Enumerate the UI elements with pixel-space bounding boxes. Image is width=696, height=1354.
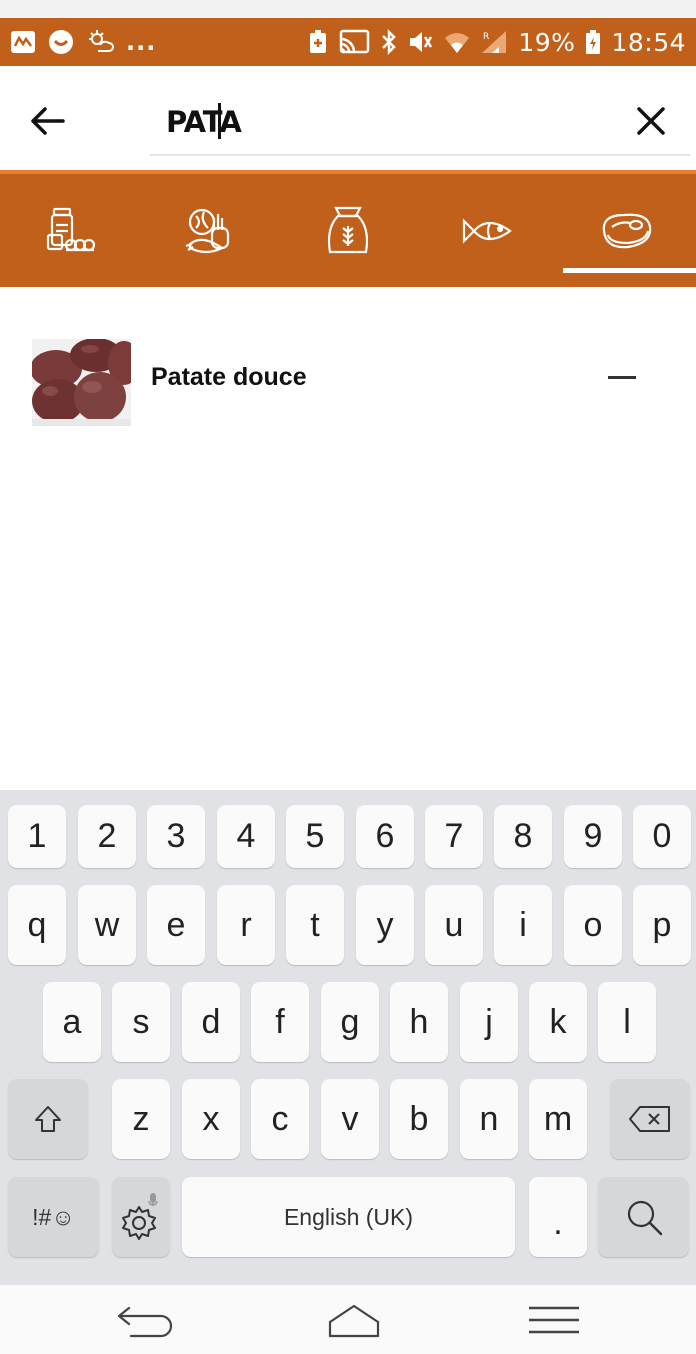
key-l[interactable]: l [598, 982, 656, 1062]
key-t[interactable]: t [286, 885, 344, 965]
search-bar [0, 66, 696, 170]
key-1[interactable]: 1 [8, 805, 66, 868]
key-r[interactable]: r [217, 885, 275, 965]
category-tabs [0, 170, 696, 287]
tab-grains[interactable] [278, 174, 417, 287]
result-name: Patate douce [151, 363, 307, 391]
key-o[interactable]: o [564, 885, 622, 965]
key-k[interactable]: k [529, 982, 587, 1062]
on-screen-keyboard: 1 2 3 4 5 6 7 8 9 0 q w e r t y u i o p … [0, 790, 696, 1285]
shift-key[interactable] [8, 1079, 88, 1159]
navigation-bar [0, 1285, 696, 1354]
grain-sack-icon [327, 206, 368, 253]
search-results: Patate douce [0, 287, 696, 790]
key-c[interactable]: c [251, 1079, 309, 1159]
battery-saver-icon [308, 29, 328, 55]
search-key[interactable] [598, 1177, 689, 1257]
back-icon [117, 1306, 173, 1337]
key-f[interactable]: f [251, 982, 309, 1062]
key-z[interactable]: z [112, 1079, 170, 1159]
backspace-icon [629, 1106, 670, 1132]
key-5[interactable]: 5 [286, 805, 344, 868]
key-8[interactable]: 8 [494, 805, 552, 868]
key-7[interactable]: 7 [425, 805, 483, 868]
backspace-key[interactable] [610, 1079, 690, 1159]
clock: 18:54 [611, 27, 686, 57]
arrow-left-icon [31, 107, 65, 135]
period-key[interactable]: . [529, 1177, 587, 1257]
shift-icon [35, 1106, 61, 1132]
battery-charging-icon [585, 29, 601, 55]
search-icon [627, 1200, 662, 1236]
nav-home-button[interactable] [284, 1285, 424, 1354]
cast-icon [338, 29, 370, 55]
key-p[interactable]: p [633, 885, 691, 965]
battery-percent: 19% [518, 27, 576, 57]
minus-icon [608, 375, 636, 379]
tab-vegetables[interactable] [139, 174, 278, 287]
svg-text:R: R [483, 32, 489, 42]
key-a[interactable]: a [43, 982, 101, 1062]
key-3[interactable]: 3 [147, 805, 205, 868]
key-m[interactable]: m [529, 1079, 587, 1159]
settings-key[interactable] [112, 1177, 170, 1257]
weather-icon [86, 29, 114, 55]
key-g[interactable]: g [321, 982, 379, 1062]
nav-menu-button[interactable] [484, 1285, 624, 1354]
key-h[interactable]: h [390, 982, 448, 1062]
status-bar: ... R 19% 18:54 [0, 18, 696, 66]
search-input[interactable] [150, 86, 690, 156]
notification-overflow: ... [126, 28, 157, 56]
pantry-jar-icon [46, 207, 95, 251]
key-2[interactable]: 2 [78, 805, 136, 868]
app-notification-icon [10, 29, 36, 55]
key-i[interactable]: i [494, 885, 552, 965]
chat-notification-icon [48, 29, 74, 55]
key-e[interactable]: e [147, 885, 205, 965]
key-u[interactable]: u [425, 885, 483, 965]
top-strip [0, 0, 696, 18]
menu-icon [529, 1306, 579, 1333]
vibrate-mute-icon [408, 29, 434, 55]
key-b[interactable]: b [390, 1079, 448, 1159]
close-icon [637, 107, 665, 135]
fish-icon [462, 217, 512, 244]
selected-tab-indicator [563, 268, 696, 273]
bluetooth-icon [380, 29, 398, 55]
app-screen: ... R 19% 18:54 PATA Patate douce 1 2 3 … [0, 0, 696, 1354]
cellular-signal-icon: R [480, 29, 508, 55]
key-0[interactable]: 0 [633, 805, 691, 868]
text-cursor [218, 103, 221, 139]
tab-pantry[interactable] [0, 174, 139, 287]
key-n[interactable]: n [460, 1079, 518, 1159]
key-y[interactable]: y [356, 885, 414, 965]
key-9[interactable]: 9 [564, 805, 622, 868]
back-button[interactable] [22, 96, 72, 146]
sweet-potato-image [32, 339, 131, 426]
key-d[interactable]: d [182, 982, 240, 1062]
key-q[interactable]: q [8, 885, 66, 965]
meat-steak-icon [602, 213, 651, 248]
key-v[interactable]: v [321, 1079, 379, 1159]
key-w[interactable]: w [78, 885, 136, 965]
home-icon [328, 1304, 380, 1337]
key-s[interactable]: s [112, 982, 170, 1062]
key-x[interactable]: x [182, 1079, 240, 1159]
vegetables-icon [185, 208, 229, 253]
tab-fish[interactable] [417, 174, 556, 287]
clear-search-button[interactable] [626, 96, 676, 146]
gear-icon [122, 1193, 158, 1240]
key-j[interactable]: j [460, 982, 518, 1062]
symbols-key[interactable]: !#☺ [8, 1177, 99, 1257]
list-item[interactable]: Patate douce [0, 327, 696, 427]
key-6[interactable]: 6 [356, 805, 414, 868]
nav-back-button[interactable] [76, 1285, 216, 1354]
remove-button[interactable] [600, 357, 644, 397]
wifi-icon [444, 29, 470, 55]
key-4[interactable]: 4 [217, 805, 275, 868]
space-key[interactable]: English (UK) [182, 1177, 515, 1257]
